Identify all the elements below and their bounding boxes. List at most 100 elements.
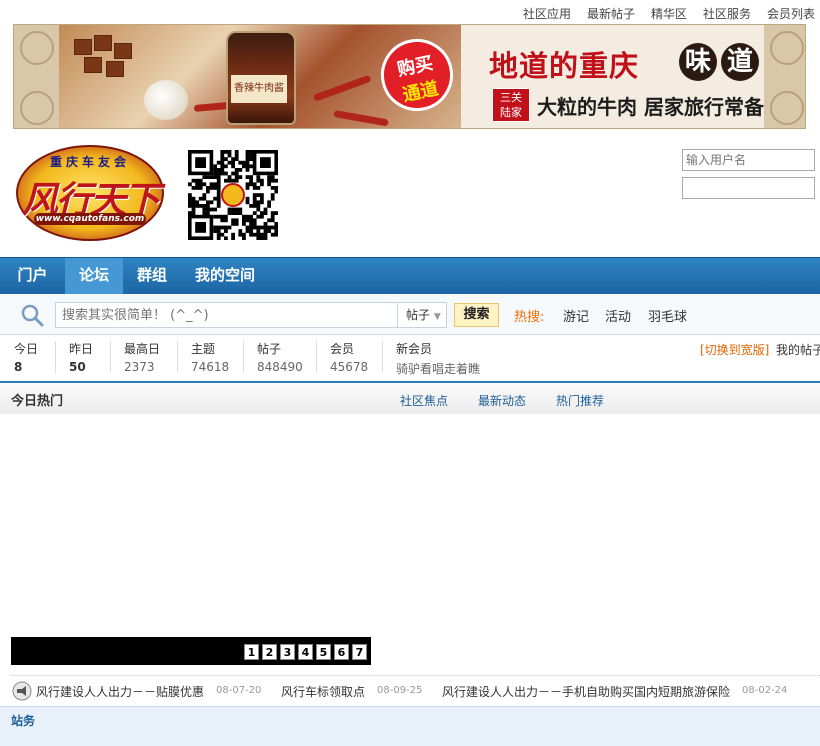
divider xyxy=(110,341,111,373)
hot-word-travelogue[interactable]: 游记 xyxy=(563,306,589,325)
nav-item-portal[interactable]: 门户 xyxy=(0,258,65,294)
announcement-date: 08-07-20 xyxy=(216,685,262,696)
stat-members: 会员 45678 xyxy=(330,340,368,374)
slide-page-button[interactable]: 2 xyxy=(262,644,277,660)
divider xyxy=(243,341,244,373)
divider xyxy=(316,341,317,373)
toplink-digest[interactable]: 精华区 xyxy=(651,5,687,22)
beef-cube xyxy=(84,57,102,73)
announcement-date: 08-02-24 xyxy=(742,685,788,696)
stat-value: 848490 xyxy=(257,360,303,374)
announcement-link[interactable]: 风行建设人人出力－－贴膜优惠 xyxy=(36,683,204,700)
toplink-services[interactable]: 社区服务 xyxy=(703,5,751,22)
today-hot-title: 今日热门 xyxy=(11,394,64,409)
hot-word-activity[interactable]: 活动 xyxy=(605,306,631,325)
flavor-char-1: 味 xyxy=(679,43,717,81)
hot-word-badminton[interactable]: 羽毛球 xyxy=(648,306,687,325)
toplink-members[interactable]: 会员列表 xyxy=(767,5,815,22)
forum-stats: 今日 8 昨日 50 最高日 2373 主题 74618 帖子 848490 会… xyxy=(0,334,820,382)
slide-page-button[interactable]: 3 xyxy=(280,644,295,660)
toplink-latest-posts[interactable]: 最新帖子 xyxy=(587,5,635,22)
username-input[interactable] xyxy=(682,149,815,171)
stat-value: 74618 xyxy=(191,360,230,374)
chevron-down-icon: ▼ xyxy=(433,312,441,322)
stat-label: 今日 xyxy=(14,342,39,356)
ornament-decoration xyxy=(770,91,804,125)
stat-label: 昨日 xyxy=(69,342,94,356)
brand-logo: 三关 陆家 xyxy=(492,88,530,122)
stat-label: 新会员 xyxy=(396,342,433,356)
divider xyxy=(55,341,56,373)
stat-label: 会员 xyxy=(330,342,355,356)
new-member-link[interactable]: 骑驴看唱走着瞧 xyxy=(396,360,480,377)
brand-text: 三关 陆家 xyxy=(500,91,522,119)
stat-value: 8 xyxy=(14,360,23,374)
stat-value: 2373 xyxy=(124,360,155,374)
announcement-date: 08-09-25 xyxy=(377,685,423,696)
stat-label: 帖子 xyxy=(257,342,282,356)
toplink-apps[interactable]: 社区应用 xyxy=(523,5,571,22)
search-type-select[interactable]: 帖子 ▼ xyxy=(397,302,447,328)
logo-url-text: www.cqautofans.com xyxy=(34,213,146,225)
beef-cube xyxy=(114,43,132,59)
slide-page-button[interactable]: 7 xyxy=(352,644,367,660)
nav-item-forum[interactable]: 论坛 xyxy=(65,258,123,294)
qr-code-icon xyxy=(188,150,279,241)
banner-slogan-main: 地道的重庆 xyxy=(489,49,640,83)
garlic-image xyxy=(144,80,188,120)
switch-wide-link[interactable]: [切换到宽版] xyxy=(700,341,769,358)
stat-peak-day: 最高日 2373 xyxy=(124,340,160,374)
stat-value: 45678 xyxy=(330,360,369,374)
search-input[interactable] xyxy=(55,302,398,328)
slideshow-pager: 1 2 3 4 5 6 7 xyxy=(11,637,371,665)
my-posts-link[interactable]: 我的帖子 xyxy=(776,341,820,358)
jar-label: 香辣牛肉酱 xyxy=(231,75,287,103)
ornament-decoration xyxy=(770,31,804,65)
search-button[interactable]: 搜索 xyxy=(454,303,499,327)
nav-item-groups[interactable]: 群组 xyxy=(123,258,181,294)
stat-today: 今日 8 xyxy=(14,340,38,374)
beef-cube xyxy=(94,35,112,51)
slide-page-button[interactable]: 1 xyxy=(244,644,259,660)
banner-slogan-sub: 大粒的牛肉 居家旅行常备 xyxy=(537,95,764,119)
password-input[interactable] xyxy=(682,177,815,199)
search-bar: 帖子 ▼ 搜索 热搜: 游记 活动 羽毛球 xyxy=(0,294,820,335)
search-icon xyxy=(21,304,44,327)
ornament-decoration xyxy=(20,91,54,125)
flavor-char-2: 道 xyxy=(721,43,759,81)
station-section-header: 站务 xyxy=(0,706,820,746)
logo-top-text: 重庆车友会 xyxy=(49,155,130,169)
divider xyxy=(11,675,820,676)
top-links-bar: 社区应用 最新帖子 精华区 社区服务 会员列表 xyxy=(0,0,820,24)
announcement-link[interactable]: 风行车标领取点 xyxy=(281,683,365,700)
divider xyxy=(382,341,383,373)
announcement-bar: 风行建设人人出力－－贴膜优惠 08-07-20 风行车标领取点 08-09-25… xyxy=(0,680,820,702)
site-logo[interactable]: 重庆车友会 风行天下 www.cqautofans.com xyxy=(16,145,166,243)
banner-ad[interactable]: 香辣牛肉酱 购买 通道 地道的重庆 味 道 三关 陆家 大粒的牛肉 居家旅行常备 xyxy=(13,24,806,129)
announcement-link[interactable]: 风行建设人人出力－－手机自助购买国内短期旅游保险 xyxy=(442,683,730,700)
ornament-decoration xyxy=(20,31,54,65)
stat-posts: 帖子 848490 xyxy=(257,340,303,374)
tab-hot-recommend[interactable]: 热门推荐 xyxy=(556,392,604,409)
beef-cube xyxy=(106,61,124,77)
stat-label: 最高日 xyxy=(124,342,161,356)
stat-new-member: 新会员 骑驴看唱走着瞧 xyxy=(396,340,480,377)
tab-community-focus[interactable]: 社区焦点 xyxy=(400,392,448,409)
beef-cube xyxy=(74,39,92,55)
hot-search-label: 热搜: xyxy=(514,310,545,325)
tab-latest-activity[interactable]: 最新动态 xyxy=(478,392,526,409)
nav-item-my-space[interactable]: 我的空间 xyxy=(181,258,269,294)
stat-yesterday: 昨日 50 xyxy=(69,340,93,374)
stat-threads: 主题 74618 xyxy=(191,340,229,374)
station-title[interactable]: 站务 xyxy=(11,712,35,729)
slide-page-button[interactable]: 4 xyxy=(298,644,313,660)
divider xyxy=(177,341,178,373)
main-nav: 门户 论坛 群组 我的空间 xyxy=(0,257,820,294)
stat-label: 主题 xyxy=(191,342,216,356)
megaphone-icon xyxy=(12,681,32,701)
stat-value: 50 xyxy=(69,360,86,374)
search-type-value: 帖子 xyxy=(406,308,431,322)
today-hot-header: 今日热门 社区焦点 最新动态 热门推荐 xyxy=(0,381,820,414)
slide-page-button[interactable]: 6 xyxy=(334,644,349,660)
slide-page-button[interactable]: 5 xyxy=(316,644,331,660)
